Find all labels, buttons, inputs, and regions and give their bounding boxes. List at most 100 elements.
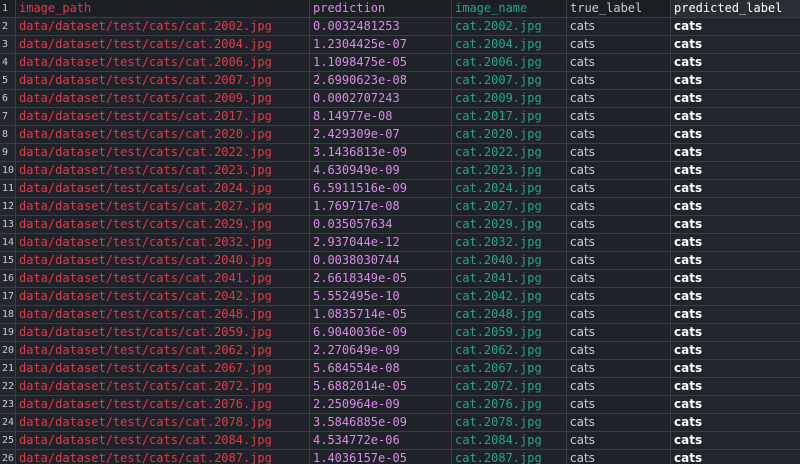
table-row[interactable]: 6 data/dataset/test/cats/cat.2009.jpg 0.00… [0, 90, 800, 108]
cell-image-name[interactable]: cat.2024.jpg [452, 180, 567, 197]
cell-true-label[interactable]: cats [567, 54, 671, 71]
cell-true-label[interactable]: cats [567, 36, 671, 53]
table-row[interactable]: 13 data/dataset/test/cats/cat.2029.jpg 0.0… [0, 216, 800, 234]
cell-true-label[interactable]: cats [567, 126, 671, 143]
cell-image-name[interactable]: cat.2067.jpg [452, 360, 567, 377]
cell-prediction[interactable]: 1.0835714e-05 [310, 306, 452, 323]
cell-true-label[interactable]: cats [567, 342, 671, 359]
cell-prediction[interactable]: 5.552495e-10 [310, 288, 452, 305]
row-number[interactable]: 25 [0, 432, 16, 449]
cell-true-label[interactable]: cats [567, 288, 671, 305]
column-header-image-name[interactable]: image_name [452, 0, 567, 17]
row-number[interactable]: 14 [0, 234, 16, 251]
cell-prediction[interactable]: 6.5911516e-09 [310, 180, 452, 197]
cell-image-path[interactable]: data/dataset/test/cats/cat.2042.jpg [16, 288, 310, 305]
cell-predicted-label[interactable]: cats [671, 378, 800, 395]
cell-image-path[interactable]: data/dataset/test/cats/cat.2004.jpg [16, 36, 310, 53]
cell-prediction[interactable]: 5.6882014e-05 [310, 378, 452, 395]
table-row[interactable]: 12 data/dataset/test/cats/cat.2027.jpg 1.7… [0, 198, 800, 216]
cell-image-path[interactable]: data/dataset/test/cats/cat.2062.jpg [16, 342, 310, 359]
cell-prediction[interactable]: 5.684554e-08 [310, 360, 452, 377]
cell-true-label[interactable]: cats [567, 144, 671, 161]
cell-image-name[interactable]: cat.2004.jpg [452, 36, 567, 53]
cell-image-path[interactable]: data/dataset/test/cats/cat.2059.jpg [16, 324, 310, 341]
row-number-header[interactable]: 1 [0, 0, 16, 17]
row-number[interactable]: 10 [0, 162, 16, 179]
cell-image-path[interactable]: data/dataset/test/cats/cat.2024.jpg [16, 180, 310, 197]
cell-image-path[interactable]: data/dataset/test/cats/cat.2072.jpg [16, 378, 310, 395]
table-row[interactable]: 14 data/dataset/test/cats/cat.2032.jpg 2.9… [0, 234, 800, 252]
cell-image-name[interactable]: cat.2084.jpg [452, 432, 567, 449]
cell-image-path[interactable]: data/dataset/test/cats/cat.2048.jpg [16, 306, 310, 323]
row-number[interactable]: 19 [0, 324, 16, 341]
cell-prediction[interactable]: 0.0002707243 [310, 90, 452, 107]
table-row[interactable]: 10 data/dataset/test/cats/cat.2023.jpg 4.6… [0, 162, 800, 180]
cell-true-label[interactable]: cats [567, 324, 671, 341]
row-number[interactable]: 8 [0, 126, 16, 143]
row-number[interactable]: 16 [0, 270, 16, 287]
cell-image-name[interactable]: cat.2059.jpg [452, 324, 567, 341]
cell-predicted-label[interactable]: cats [671, 414, 800, 431]
cell-true-label[interactable]: cats [567, 252, 671, 269]
cell-prediction[interactable]: 6.9040036e-09 [310, 324, 452, 341]
cell-prediction[interactable]: 8.14977e-08 [310, 108, 452, 125]
table-row[interactable]: 9 data/dataset/test/cats/cat.2022.jpg 3.14… [0, 144, 800, 162]
row-number[interactable]: 17 [0, 288, 16, 305]
cell-image-name[interactable]: cat.2023.jpg [452, 162, 567, 179]
cell-true-label[interactable]: cats [567, 180, 671, 197]
cell-true-label[interactable]: cats [567, 396, 671, 413]
table-row[interactable]: 19 data/dataset/test/cats/cat.2059.jpg 6.9… [0, 324, 800, 342]
table-row[interactable]: 15 data/dataset/test/cats/cat.2040.jpg 0.0… [0, 252, 800, 270]
table-row[interactable]: 2 data/dataset/test/cats/cat.2002.jpg 0.00… [0, 18, 800, 36]
cell-true-label[interactable]: cats [567, 270, 671, 287]
row-number[interactable]: 5 [0, 72, 16, 89]
cell-image-name[interactable]: cat.2009.jpg [452, 90, 567, 107]
table-row[interactable]: 4 data/dataset/test/cats/cat.2006.jpg 1.10… [0, 54, 800, 72]
cell-prediction[interactable]: 1.4036157e-05 [310, 450, 452, 464]
cell-image-path[interactable]: data/dataset/test/cats/cat.2020.jpg [16, 126, 310, 143]
cell-prediction[interactable]: 4.630949e-09 [310, 162, 452, 179]
cell-image-path[interactable]: data/dataset/test/cats/cat.2067.jpg [16, 360, 310, 377]
row-number[interactable]: 4 [0, 54, 16, 71]
cell-image-path[interactable]: data/dataset/test/cats/cat.2078.jpg [16, 414, 310, 431]
table-row[interactable]: 11 data/dataset/test/cats/cat.2024.jpg 6.5… [0, 180, 800, 198]
cell-true-label[interactable]: cats [567, 18, 671, 35]
cell-image-name[interactable]: cat.2040.jpg [452, 252, 567, 269]
cell-true-label[interactable]: cats [567, 306, 671, 323]
cell-predicted-label[interactable]: cats [671, 234, 800, 251]
cell-predicted-label[interactable]: cats [671, 144, 800, 161]
cell-image-name[interactable]: cat.2062.jpg [452, 342, 567, 359]
table-row[interactable]: 20 data/dataset/test/cats/cat.2062.jpg 2.2… [0, 342, 800, 360]
cell-predicted-label[interactable]: cats [671, 324, 800, 341]
cell-image-path[interactable]: data/dataset/test/cats/cat.2027.jpg [16, 198, 310, 215]
cell-image-path[interactable]: data/dataset/test/cats/cat.2040.jpg [16, 252, 310, 269]
row-number[interactable]: 24 [0, 414, 16, 431]
row-number[interactable]: 12 [0, 198, 16, 215]
cell-image-name[interactable]: cat.2032.jpg [452, 234, 567, 251]
cell-predicted-label[interactable]: cats [671, 342, 800, 359]
cell-image-name[interactable]: cat.2020.jpg [452, 126, 567, 143]
cell-predicted-label[interactable]: cats [671, 198, 800, 215]
cell-image-path[interactable]: data/dataset/test/cats/cat.2087.jpg [16, 450, 310, 464]
row-number[interactable]: 6 [0, 90, 16, 107]
cell-true-label[interactable]: cats [567, 378, 671, 395]
row-number[interactable]: 23 [0, 396, 16, 413]
table-row[interactable]: 22 data/dataset/test/cats/cat.2072.jpg 5.6… [0, 378, 800, 396]
column-header-true-label[interactable]: true_label [567, 0, 671, 17]
cell-true-label[interactable]: cats [567, 234, 671, 251]
cell-prediction[interactable]: 0.0038030744 [310, 252, 452, 269]
table-row[interactable]: 3 data/dataset/test/cats/cat.2004.jpg 1.23… [0, 36, 800, 54]
table-row[interactable]: 8 data/dataset/test/cats/cat.2020.jpg 2.42… [0, 126, 800, 144]
cell-predicted-label[interactable]: cats [671, 18, 800, 35]
cell-prediction[interactable]: 2.6990623e-08 [310, 72, 452, 89]
cell-image-name[interactable]: cat.2076.jpg [452, 396, 567, 413]
row-number[interactable]: 20 [0, 342, 16, 359]
row-number[interactable]: 22 [0, 378, 16, 395]
cell-true-label[interactable]: cats [567, 360, 671, 377]
cell-prediction[interactable]: 0.0032481253 [310, 18, 452, 35]
cell-image-path[interactable]: data/dataset/test/cats/cat.2076.jpg [16, 396, 310, 413]
cell-prediction[interactable]: 2.937044e-12 [310, 234, 452, 251]
cell-image-path[interactable]: data/dataset/test/cats/cat.2029.jpg [16, 216, 310, 233]
table-row[interactable]: 17 data/dataset/test/cats/cat.2042.jpg 5.5… [0, 288, 800, 306]
cell-image-path[interactable]: data/dataset/test/cats/cat.2002.jpg [16, 18, 310, 35]
